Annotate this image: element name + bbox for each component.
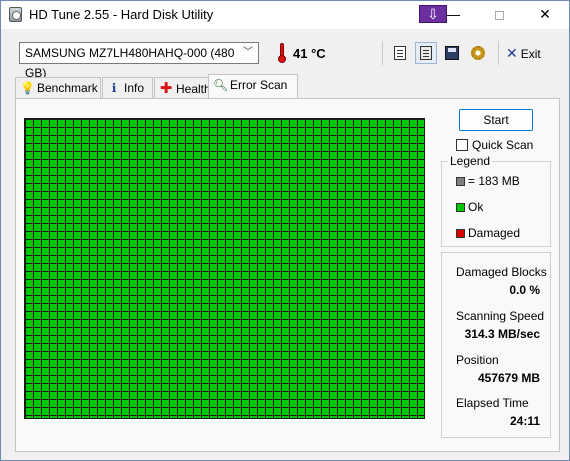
toolbar-divider xyxy=(382,41,383,65)
tab-label: Info xyxy=(124,81,145,95)
health-cross-icon: ✚ xyxy=(159,80,173,97)
tab-error-scan[interactable]: 🔍︎ Error Scan xyxy=(208,74,298,99)
copy-text-button[interactable] xyxy=(389,42,411,64)
copy-document-icon xyxy=(394,46,406,60)
tab-benchmark[interactable]: 💡 Benchmark xyxy=(15,77,101,99)
scan-stats-group: Damaged Blocks 0.0 % Scanning Speed 314.… xyxy=(441,252,551,438)
legend-ok: Ok xyxy=(456,200,483,214)
start-button[interactable]: Start xyxy=(459,109,533,131)
damaged-blocks-value: 0.0 % xyxy=(509,283,540,297)
drive-select[interactable]: SAMSUNG MZ7LH480HAHQ-000 (480 GB) ﹀ xyxy=(19,42,259,80)
temperature-readout: 41 °C xyxy=(293,46,326,61)
tab-info[interactable]: ℹ Info xyxy=(102,77,153,99)
quick-scan-option[interactable]: Quick Scan xyxy=(456,137,533,153)
quick-scan-label: Quick Scan xyxy=(472,138,534,152)
legend-block-size-text: = 183 MB xyxy=(468,174,520,188)
minimize-button[interactable]: — xyxy=(438,3,468,27)
floppy-disk-icon xyxy=(445,46,459,60)
magnifier-icon: 🔍︎ xyxy=(213,78,229,92)
toolbar-divider xyxy=(498,41,499,65)
copy-image-icon xyxy=(420,46,432,60)
red-damaged-swatch xyxy=(456,229,465,238)
exit-label: Exit xyxy=(520,47,541,61)
hd-tune-window: HD Tune 2.55 - Hard Disk Utility ⇩ — ✕ S… xyxy=(0,0,570,461)
grey-block-swatch xyxy=(456,177,465,186)
bulb-icon: 💡 xyxy=(20,81,35,95)
tab-label: Health xyxy=(176,82,211,96)
damaged-blocks-label: Damaged Blocks xyxy=(456,265,547,279)
info-icon: ℹ xyxy=(111,81,117,95)
quick-scan-checkbox[interactable] xyxy=(456,139,468,151)
scanning-speed-value: 314.3 MB/sec xyxy=(464,327,540,341)
green-ok-swatch xyxy=(456,203,465,212)
legend-damaged: Damaged xyxy=(456,226,520,240)
legend-damaged-text: Damaged xyxy=(468,226,521,240)
save-button[interactable] xyxy=(441,42,463,64)
window-title: HD Tune 2.55 - Hard Disk Utility xyxy=(29,7,214,22)
position-value: 457679 MB xyxy=(477,371,540,385)
maximize-icon xyxy=(494,10,504,20)
tab-label: Benchmark xyxy=(37,81,98,95)
position-label: Position xyxy=(456,353,499,367)
exit-button[interactable]: ✕ Exit xyxy=(506,42,546,64)
elapsed-time-label: Elapsed Time xyxy=(456,396,529,410)
tab-label: Error Scan xyxy=(230,78,288,92)
close-button[interactable]: ✕ xyxy=(530,3,560,27)
legend-block-size: = 183 MB xyxy=(456,174,520,188)
chevron-down-icon: ﹀ xyxy=(243,47,253,58)
options-button[interactable] xyxy=(467,42,489,64)
legend-title: Legend xyxy=(448,154,493,168)
title-bar[interactable]: HD Tune 2.55 - Hard Disk Utility ⇩ — ✕ xyxy=(1,1,569,29)
elapsed-time-value: 24:11 xyxy=(509,414,540,428)
app-disk-icon xyxy=(9,7,22,22)
scan-block-grid xyxy=(24,118,425,419)
drive-select-value: SAMSUNG MZ7LH480HAHQ-000 (480 GB) xyxy=(25,46,235,80)
gear-icon xyxy=(471,46,485,60)
legend-group: Legend = 183 MB Ok Damaged xyxy=(441,154,551,247)
legend-ok-text: Ok xyxy=(468,200,484,214)
exit-x-icon: ✕ xyxy=(506,45,518,61)
maximize-button[interactable] xyxy=(484,3,514,27)
thermometer-icon xyxy=(278,43,286,63)
scanning-speed-label: Scanning Speed xyxy=(456,309,545,323)
copy-screenshot-button[interactable] xyxy=(415,42,437,64)
